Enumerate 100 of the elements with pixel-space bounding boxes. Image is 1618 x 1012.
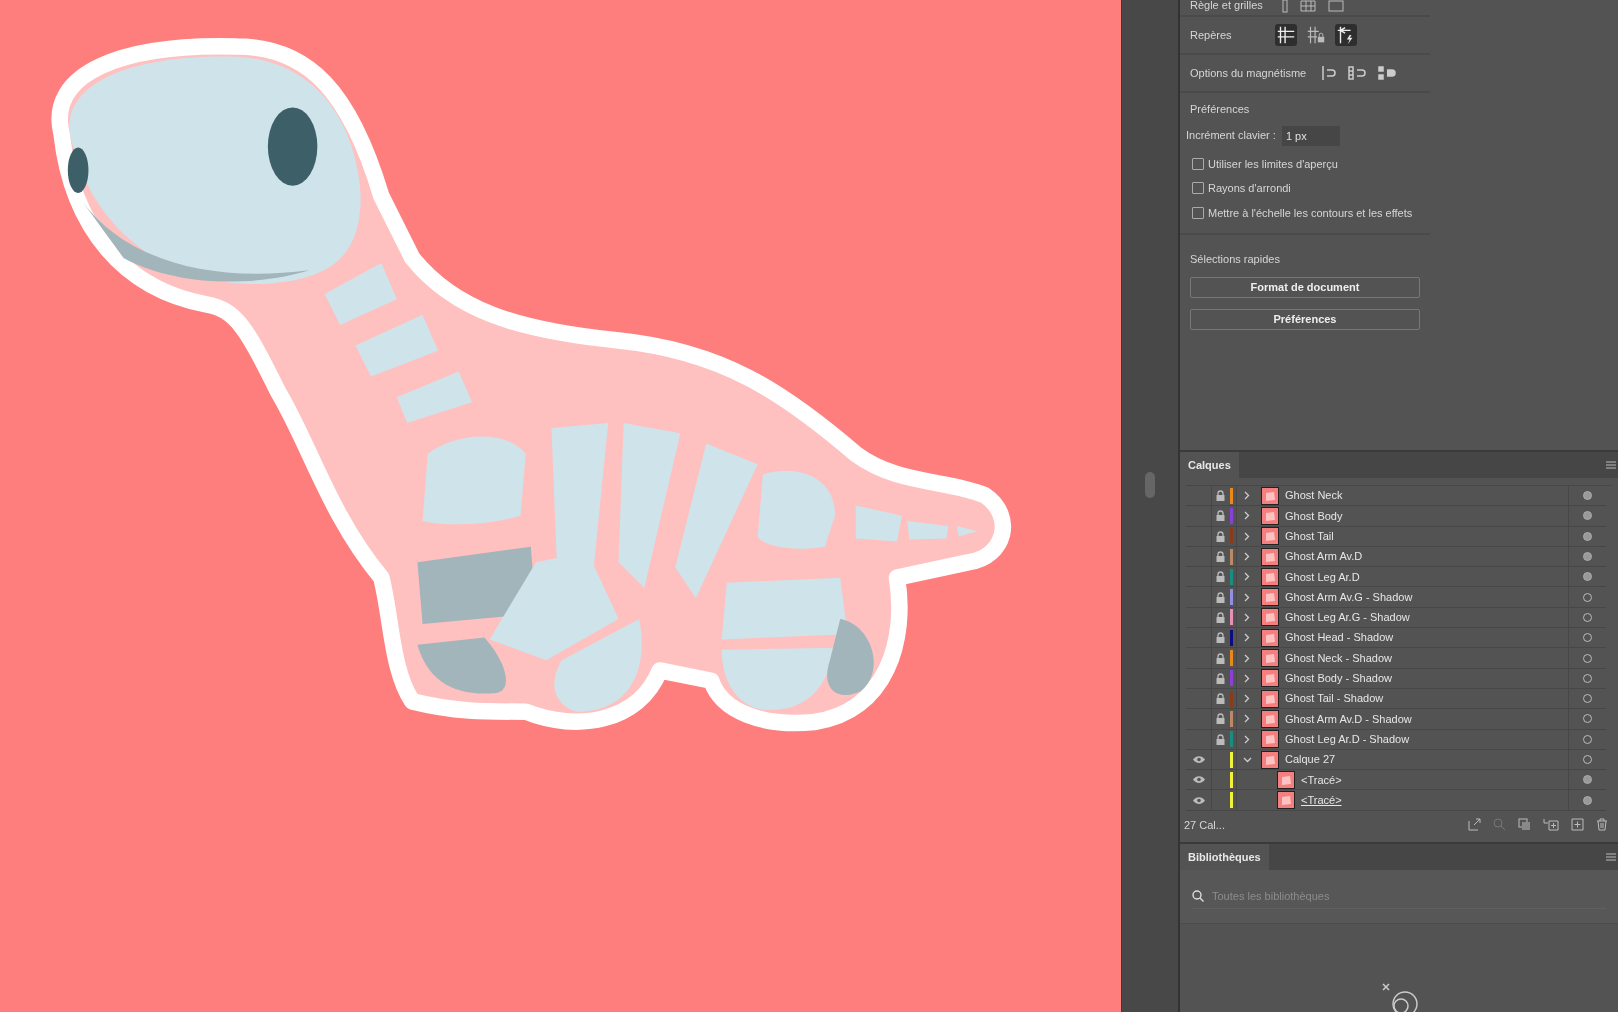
layer-row[interactable]: Ghost Neck - Shadow [1186, 648, 1606, 669]
clipping-mask-icon[interactable] [1518, 818, 1531, 832]
export-icon[interactable] [1468, 818, 1481, 832]
chevron-right-icon[interactable] [1244, 673, 1250, 683]
chevron-right-icon[interactable] [1244, 714, 1250, 724]
layer-row[interactable]: Ghost Arm Av.D - Shadow [1186, 709, 1606, 730]
layer-row[interactable]: Ghost Arm Av.G - Shadow [1186, 587, 1606, 608]
chevron-right-icon[interactable] [1244, 531, 1250, 541]
new-sublayer-icon[interactable] [1543, 818, 1559, 832]
lock-icon[interactable] [1215, 490, 1225, 502]
layer-thumbnail [1261, 649, 1279, 667]
chevron-right-icon[interactable] [1244, 491, 1250, 501]
lock-icon[interactable] [1215, 632, 1225, 644]
layer-name[interactable]: Ghost Neck - Shadow [1285, 649, 1568, 667]
layer-name[interactable]: Ghost Body [1285, 507, 1568, 525]
layer-name[interactable]: <Tracé> [1301, 791, 1568, 809]
layer-row[interactable]: Ghost Body - Shadow [1186, 668, 1606, 689]
layer-row[interactable]: Ghost Tail - Shadow [1186, 688, 1606, 710]
lock-icon[interactable] [1215, 510, 1225, 522]
layer-thumbnail [1261, 628, 1279, 647]
keyboard-increment-field[interactable]: 1 px [1281, 125, 1340, 146]
layer-name[interactable]: Ghost Leg Ar.D [1285, 568, 1568, 586]
lock-icon[interactable] [1215, 713, 1225, 725]
layer-name[interactable]: Ghost Leg Ar.G - Shadow [1285, 609, 1568, 626]
lock-icon[interactable] [1215, 733, 1225, 745]
snap-grid-icon[interactable] [1348, 66, 1366, 80]
chevron-right-icon[interactable] [1244, 633, 1250, 643]
layer-row[interactable]: Ghost Leg Ar.G - Shadow [1186, 607, 1606, 629]
panel-tab[interactable]: Bibliothèques [1180, 843, 1269, 870]
layer-name[interactable]: Ghost Arm Av.G - Shadow [1285, 588, 1568, 606]
snap-point-icon[interactable] [1320, 66, 1336, 80]
chevron-right-icon[interactable] [1244, 612, 1250, 622]
eye-icon[interactable] [1191, 755, 1206, 764]
layer-thumbnail [1261, 527, 1279, 546]
chevron-right-icon[interactable] [1244, 511, 1250, 521]
menu-icon[interactable] [1606, 851, 1616, 862]
show-guides-icon[interactable] [1275, 24, 1297, 46]
chevron-right-icon[interactable] [1244, 592, 1250, 602]
lock-icon[interactable] [1215, 551, 1225, 563]
lock-guides-icon[interactable] [1305, 24, 1327, 46]
section-title: Options du magnétisme [1190, 65, 1308, 81]
menu-icon[interactable] [1606, 460, 1616, 470]
chevron-right-icon[interactable] [1244, 653, 1250, 663]
eye-icon[interactable] [1191, 775, 1206, 785]
layer-row[interactable]: Ghost Arm Av.D [1186, 546, 1606, 568]
layer-row[interactable]: Ghost Tail [1186, 526, 1606, 547]
layer-name[interactable]: Ghost Leg Ar.D - Shadow [1285, 730, 1568, 748]
layer-name[interactable]: Ghost Arm Av.D - Shadow [1285, 710, 1568, 728]
layer-row[interactable]: Ghost Leg Ar.D [1186, 567, 1606, 588]
layer-name[interactable]: <Tracé> [1301, 771, 1568, 789]
grid-icon[interactable] [1300, 0, 1316, 12]
layer-row[interactable]: Ghost Neck [1186, 486, 1606, 507]
layer-name[interactable]: Ghost Arm Av.D [1285, 548, 1568, 565]
layer-name[interactable]: Ghost Tail [1285, 528, 1568, 545]
lock-icon[interactable] [1215, 530, 1225, 542]
checkbox-label: Mettre à l'échelle les contours et les effets [1208, 205, 1413, 221]
checkbox-label: Utiliser les limites d'aperçu [1208, 156, 1338, 172]
new-layer-icon[interactable] [1571, 818, 1584, 832]
trash-icon[interactable] [1596, 818, 1608, 832]
layer-thumbnail [1261, 669, 1279, 688]
layer-row[interactable]: Ghost Head - Shadow [1186, 628, 1606, 649]
checkbox-label: Rayons d'arrondi [1208, 181, 1291, 196]
layer-name[interactable]: Calque 27 [1285, 751, 1568, 768]
action-button[interactable]: Préférences [1190, 308, 1420, 330]
layer-thumbnail [1261, 588, 1279, 607]
layer-name[interactable]: Ghost Body - Shadow [1285, 670, 1568, 687]
chevron-down-icon[interactable] [1242, 756, 1252, 763]
lock-icon[interactable] [1215, 571, 1225, 583]
layer-thumbnail [1261, 567, 1279, 586]
checkbox[interactable] [1192, 182, 1204, 195]
chevron-right-icon[interactable] [1244, 694, 1250, 704]
action-button[interactable]: Format de document [1190, 276, 1420, 298]
lock-icon[interactable] [1215, 591, 1225, 603]
layer-thumbnail [1261, 750, 1279, 769]
checkbox[interactable] [1192, 206, 1204, 219]
checkbox[interactable] [1192, 157, 1204, 170]
scroll-handle[interactable] [1145, 472, 1155, 498]
layer-row[interactable]: Calque 27 [1186, 749, 1606, 771]
layer-name[interactable]: Ghost Tail - Shadow [1285, 690, 1568, 707]
layer-count: 27 Cal... [1184, 817, 1225, 833]
lock-icon[interactable] [1215, 672, 1225, 684]
snap-pixel-icon[interactable] [1378, 66, 1396, 80]
chevron-right-icon[interactable] [1244, 734, 1250, 744]
chevron-right-icon[interactable] [1244, 552, 1250, 562]
layer-row[interactable]: Ghost Leg Ar.D - Shadow [1186, 729, 1606, 750]
ruler-icon[interactable] [1282, 0, 1288, 13]
layer-name[interactable]: Ghost Neck [1285, 487, 1568, 504]
layer-row[interactable]: Ghost Body [1186, 506, 1606, 527]
smart-guides-icon[interactable] [1335, 24, 1357, 46]
layer-thumbnail [1261, 608, 1279, 627]
lock-icon[interactable] [1215, 693, 1225, 705]
chevron-right-icon[interactable] [1244, 572, 1250, 582]
lock-icon[interactable] [1215, 611, 1225, 623]
layer-thumbnail [1261, 709, 1279, 728]
lock-icon[interactable] [1215, 652, 1225, 664]
eye-icon[interactable] [1191, 795, 1206, 805]
transparency-grid-icon[interactable] [1328, 0, 1344, 12]
layer-thumbnail [1261, 506, 1279, 525]
panel-tab[interactable]: Calques [1180, 452, 1239, 478]
layer-name[interactable]: Ghost Head - Shadow [1285, 629, 1568, 646]
